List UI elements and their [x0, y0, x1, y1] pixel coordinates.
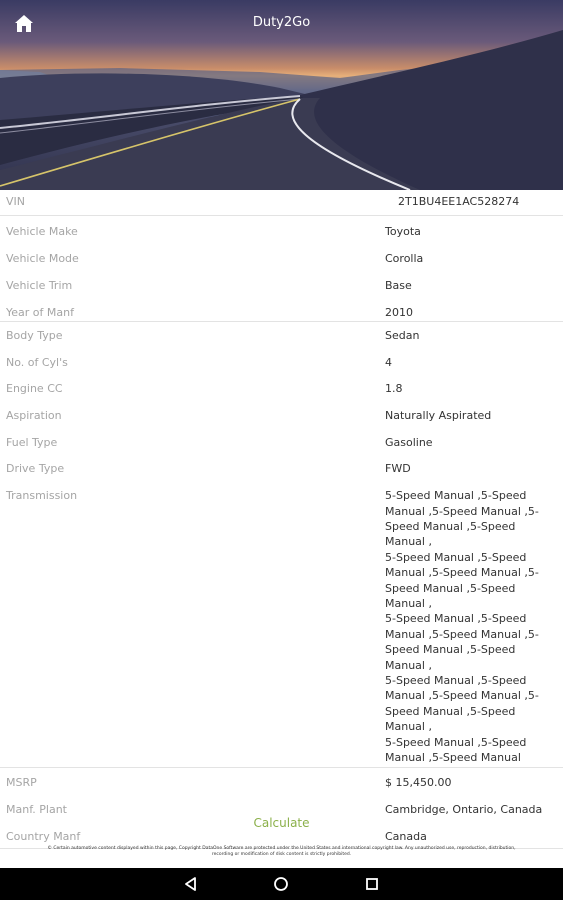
- transmission-line: Manual ,5-Speed Manual: [385, 751, 521, 765]
- transmission-line: Speed Manual ,5-Speed Manual ,: [385, 704, 516, 734]
- transmission-line: Manual ,5-Speed Manual ,5-: [385, 566, 539, 580]
- drive-type-label: Drive Type: [6, 462, 65, 476]
- specs-group: Body Type Sedan No. of Cyl's 4 Engine CC…: [0, 322, 563, 769]
- detail-row-cylinders: No. of Cyl's 4: [0, 355, 563, 370]
- origin-group: MSRP $ 15,450.00 Manf. Plant Cambridge, …: [0, 768, 563, 850]
- model-label: Vehicle Mode: [6, 252, 79, 266]
- system-navigation-bar: [0, 868, 563, 900]
- engine-cc-value: 1.8: [385, 382, 403, 396]
- vehicle-details-list: VIN 2T1BU4EE1AC528274 Vehicle Make Toyot…: [0, 194, 563, 850]
- body-type-label: Body Type: [6, 328, 63, 342]
- transmission-line: Speed Manual ,5-Speed Manual ,: [385, 519, 516, 549]
- aspiration-value: Naturally Aspirated: [385, 409, 492, 423]
- transmission-label: Transmission: [6, 489, 78, 503]
- engine-cc-label: Engine CC: [6, 382, 63, 396]
- msrp-label: MSRP: [6, 776, 37, 790]
- transmission-line: 5-Speed Manual ,5-Speed: [385, 489, 527, 503]
- make-label: Vehicle Make: [6, 225, 78, 239]
- country-label: Country Manf: [6, 829, 81, 843]
- vehicle-id-group: Vehicle Make Toyota Vehicle Mode Corolla…: [0, 216, 563, 322]
- fuel-type-value: Gasoline: [385, 435, 433, 449]
- body-type-value: Sedan: [385, 328, 420, 342]
- transmission-line: 5-Speed Manual ,5-Speed: [385, 735, 527, 749]
- transmission-line: 5-Speed Manual ,5-Speed: [385, 550, 527, 564]
- home-circle-icon[interactable]: [271, 874, 291, 894]
- transmission-line: 5-Speed Manual ,5-Speed: [385, 612, 527, 626]
- country-value: Canada: [385, 829, 427, 843]
- msrp-value: $ 15,450.00: [385, 776, 452, 790]
- detail-row-year: Year of Manf 2010: [0, 305, 563, 320]
- make-value: Toyota: [385, 225, 421, 239]
- recents-square-icon[interactable]: [362, 874, 382, 894]
- detail-row-trim: Vehicle Trim Base: [0, 278, 563, 293]
- detail-row-aspiration: Aspiration Naturally Aspirated: [0, 408, 563, 423]
- vin-label: VIN: [6, 195, 25, 208]
- cylinders-label: No. of Cyl's: [6, 355, 68, 369]
- model-value: Corolla: [385, 252, 424, 266]
- transmission-line: Manual ,5-Speed Manual ,5-: [385, 504, 539, 518]
- detail-row-vin: VIN 2T1BU4EE1AC528274: [0, 194, 563, 209]
- transmission-line: 5-Speed Manual ,5-Speed: [385, 674, 527, 688]
- calculate-button[interactable]: Calculate: [0, 816, 563, 830]
- transmission-value: 5-Speed Manual ,5-Speed Manual ,5-Speed …: [385, 488, 563, 765]
- cylinders-value: 4: [385, 355, 392, 369]
- detail-row-make: Vehicle Make Toyota: [0, 224, 563, 239]
- disclaimer-line: recording or modification of disk conten…: [211, 852, 352, 857]
- detail-row-model: Vehicle Mode Corolla: [0, 251, 563, 266]
- copyright-disclaimer: © Certain automotive content displayed w…: [10, 846, 553, 858]
- detail-row-transmission: Transmission 5-Speed Manual ,5-Speed Man…: [0, 488, 563, 765]
- app-title: Duty2Go: [252, 15, 311, 30]
- detail-row-country: Country Manf Canada: [0, 829, 563, 844]
- trim-label: Vehicle Trim: [6, 278, 73, 292]
- year-label: Year of Manf: [6, 305, 74, 319]
- vin-group: VIN 2T1BU4EE1AC528274: [0, 194, 563, 217]
- back-triangle-icon[interactable]: [181, 874, 201, 894]
- detail-row-drive-type: Drive Type FWD: [0, 461, 563, 476]
- detail-row-body-type: Body Type Sedan: [0, 328, 563, 343]
- transmission-line: Speed Manual ,5-Speed Manual ,: [385, 643, 516, 672]
- detail-row-engine-cc: Engine CC 1.8: [0, 381, 563, 396]
- transmission-line: Manual ,5-Speed Manual ,5-: [385, 627, 539, 641]
- transmission-line: Speed Manual ,5-Speed Manual ,: [385, 581, 516, 610]
- drive-type-value: FWD: [385, 462, 411, 476]
- trim-value: Base: [385, 278, 412, 292]
- detail-row-fuel-type: Fuel Type Gasoline: [0, 435, 563, 450]
- aspiration-label: Aspiration: [6, 409, 62, 423]
- year-value: 2010: [385, 305, 413, 319]
- fuel-type-label: Fuel Type: [6, 435, 58, 449]
- header-hero-image: Duty2Go: [0, 0, 563, 190]
- transmission-line: Manual ,5-Speed Manual ,5-: [385, 689, 539, 703]
- vin-value: 2T1BU4EE1AC528274: [398, 195, 520, 208]
- detail-row-msrp: MSRP $ 15,450.00: [0, 775, 563, 790]
